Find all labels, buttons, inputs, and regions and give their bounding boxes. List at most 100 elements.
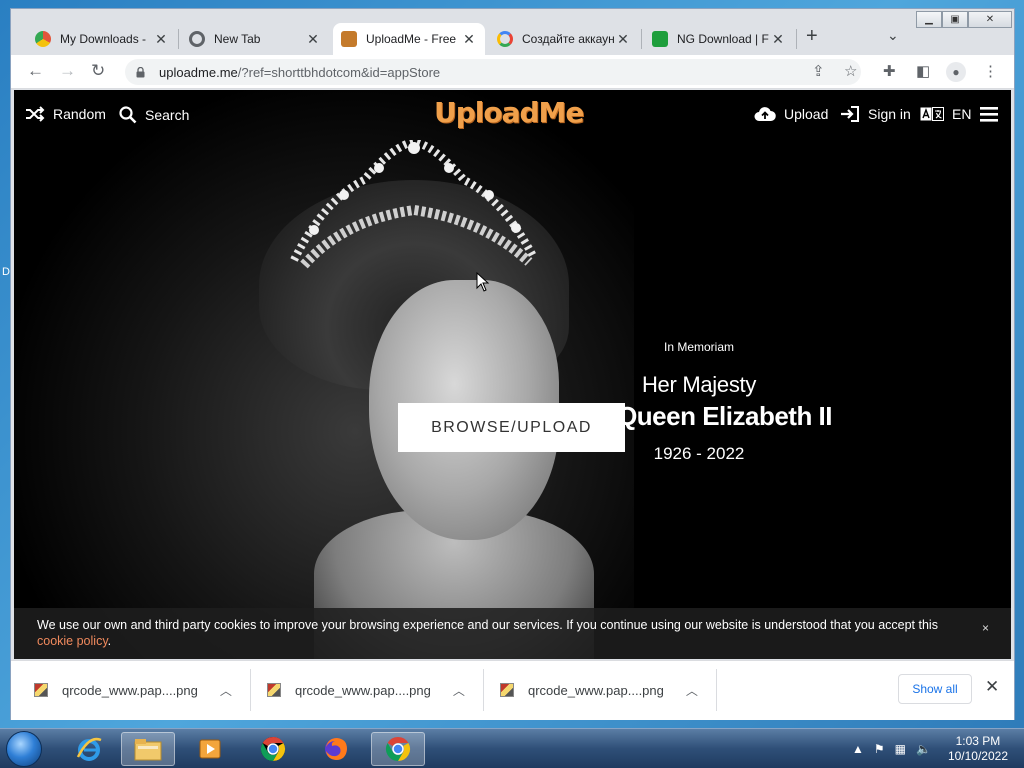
close-tab-icon[interactable]: ✕	[305, 31, 321, 48]
profile-avatar-icon[interactable]: ●	[946, 62, 966, 82]
taskbar-chrome-active[interactable]	[371, 732, 425, 766]
download-bar: qrcode_www.pap....png ︿ qrcode_www.pap..…	[11, 660, 1014, 720]
language-selector[interactable]: EN	[920, 106, 971, 122]
clock-date: 10/10/2022	[947, 749, 1008, 763]
taskbar-media-player[interactable]	[183, 732, 237, 766]
shuffle-icon	[26, 106, 45, 122]
chevron-up-icon[interactable]: ︿	[686, 682, 698, 699]
tab-title: Создайте аккаун	[522, 32, 615, 46]
uploadme-logo[interactable]: UploadMe	[434, 96, 584, 129]
chevron-up-icon[interactable]: ︿	[453, 682, 465, 699]
sign-in-link[interactable]: Sign in	[840, 106, 911, 122]
tab-separator	[796, 29, 797, 49]
start-button-windows-icon[interactable]	[6, 731, 42, 767]
action-center-flag-icon[interactable]: ⚑	[874, 742, 885, 756]
translate-icon	[920, 107, 944, 121]
forward-arrow-icon[interactable]: →	[59, 61, 76, 81]
web-page: Random Search UploadMe Upload Sign in EN	[14, 90, 1011, 659]
upload-label: Upload	[784, 106, 829, 122]
taskbar-chrome[interactable]	[246, 732, 300, 766]
share-icon[interactable]: ⇪	[812, 62, 825, 80]
address-bar[interactable]: uploadme.me/?ref=shorttbhdotcom&id=appSt…	[125, 59, 861, 85]
reload-icon[interactable]: ↻	[91, 61, 105, 81]
new-tab-plus-icon[interactable]: +	[806, 25, 818, 48]
tab-title: My Downloads -	[60, 32, 147, 46]
search-link[interactable]: Search	[119, 106, 189, 124]
memoriam-years-block: 1926 - 2022	[614, 444, 784, 464]
tab-uploadme[interactable]: UploadMe - Free ✕	[333, 23, 485, 55]
tab-search-chevron-down-icon[interactable]: ⌄	[887, 27, 899, 44]
hamburger-menu-glyph	[980, 107, 998, 122]
volume-icon[interactable]: 🔈	[916, 742, 931, 756]
browser-window: My Downloads - ✕ New Tab ✕ UploadMe - Fr…	[10, 8, 1015, 720]
download-filename: qrcode_www.pap....png	[62, 682, 198, 698]
show-all-downloads-button[interactable]: Show all	[898, 674, 972, 704]
url-text: uploadme.me/?ref=shorttbhdotcom&id=appSt…	[159, 65, 440, 80]
cookie-policy-link[interactable]: cookie policy	[37, 634, 108, 648]
uploadme-favicon-icon	[341, 31, 357, 47]
tiara-decoration-icon	[290, 140, 538, 269]
close-tab-icon[interactable]: ✕	[461, 31, 477, 48]
cloud-upload-icon	[754, 107, 776, 121]
download-item[interactable]: qrcode_www.pap....png ︿	[500, 661, 698, 719]
hamburger-menu-icon[interactable]	[980, 107, 1006, 122]
side-panel-icon[interactable]: ◧	[916, 62, 930, 80]
close-tab-icon[interactable]: ✕	[615, 31, 631, 48]
ng-favicon-icon	[652, 31, 668, 47]
maximize-icon[interactable]: ▣	[942, 11, 968, 28]
download-filename: qrcode_www.pap....png	[528, 682, 664, 698]
show-hidden-icons-chevron-up-icon[interactable]: ▲	[852, 742, 864, 756]
memoriam-caption: In Memoriam	[663, 340, 734, 354]
minimize-icon[interactable]: ▁	[916, 11, 942, 28]
system-tray: ▲ ⚑ ▦ 🔈 1:03 PM 10/10/2022	[847, 729, 1024, 768]
lock-icon	[136, 66, 145, 77]
taskbar-internet-explorer[interactable]	[62, 732, 116, 766]
windows-taskbar: ▲ ⚑ ▦ 🔈 1:03 PM 10/10/2022	[0, 728, 1024, 768]
window-close-icon[interactable]: ✕	[968, 11, 1012, 28]
kebab-menu-icon[interactable]: ⋮	[983, 62, 998, 80]
downloads-favicon-icon	[35, 31, 51, 47]
png-file-icon	[34, 683, 48, 697]
download-item[interactable]: qrcode_www.pap....png ︿	[34, 661, 232, 719]
close-download-bar-icon[interactable]: ✕	[985, 677, 999, 697]
folder-icon	[134, 739, 162, 761]
memoriam-name-clip: Queen Elizabeth II	[622, 399, 832, 435]
random-label: Random	[53, 106, 106, 122]
memoriam-years: 1926 - 2022	[653, 444, 745, 463]
chrome-icon	[385, 737, 411, 761]
browser-toolbar: ← → ↻ uploadme.me/?ref=shorttbhdotcom&id…	[11, 55, 1014, 89]
hero-photo	[14, 90, 634, 659]
mouse-cursor-icon	[476, 272, 490, 292]
tab-title: New Tab	[214, 32, 261, 46]
cookie-banner: We use our own and third party cookies t…	[14, 608, 1011, 659]
tab-google-account[interactable]: Создайте аккаун ✕	[489, 23, 639, 55]
random-link[interactable]: Random	[25, 106, 106, 122]
tab-strip: My Downloads - ✕ New Tab ✕ UploadMe - Fr…	[11, 9, 1014, 55]
browse-upload-button[interactable]: BROWSE/UPLOAD	[398, 403, 625, 452]
tab-ng-download[interactable]: NG Download | F ✕	[644, 23, 794, 55]
extensions-puzzle-icon[interactable]: ✚	[883, 62, 896, 80]
tab-separator	[178, 29, 179, 49]
url-host: uploadme.me	[159, 64, 238, 80]
taskbar-file-explorer[interactable]	[121, 732, 175, 766]
desktop-icon-label: D	[2, 266, 10, 278]
png-file-icon	[500, 683, 514, 697]
search-label: Search	[145, 107, 190, 123]
firefox-icon	[325, 738, 347, 760]
tab-new-tab[interactable]: New Tab ✕	[181, 23, 329, 55]
upload-link[interactable]: Upload	[754, 106, 828, 122]
back-arrow-icon[interactable]: ←	[27, 61, 44, 81]
chrome-icon	[260, 737, 286, 761]
taskbar-firefox[interactable]	[309, 732, 363, 766]
network-icon[interactable]: ▦	[895, 742, 906, 756]
close-tab-icon[interactable]: ✕	[153, 31, 169, 48]
chevron-up-icon[interactable]: ︿	[220, 682, 232, 699]
language-label: EN	[952, 106, 972, 122]
bookmark-star-icon[interactable]: ☆	[844, 62, 857, 80]
clock[interactable]: 1:03 PM 10/10/2022	[948, 734, 1008, 764]
download-item[interactable]: qrcode_www.pap....png ︿	[267, 661, 465, 719]
tab-my-downloads[interactable]: My Downloads - ✕	[27, 23, 177, 55]
cookie-close-icon[interactable]: ×	[982, 620, 989, 636]
google-favicon-icon	[497, 31, 513, 47]
close-tab-icon[interactable]: ✕	[770, 31, 786, 48]
